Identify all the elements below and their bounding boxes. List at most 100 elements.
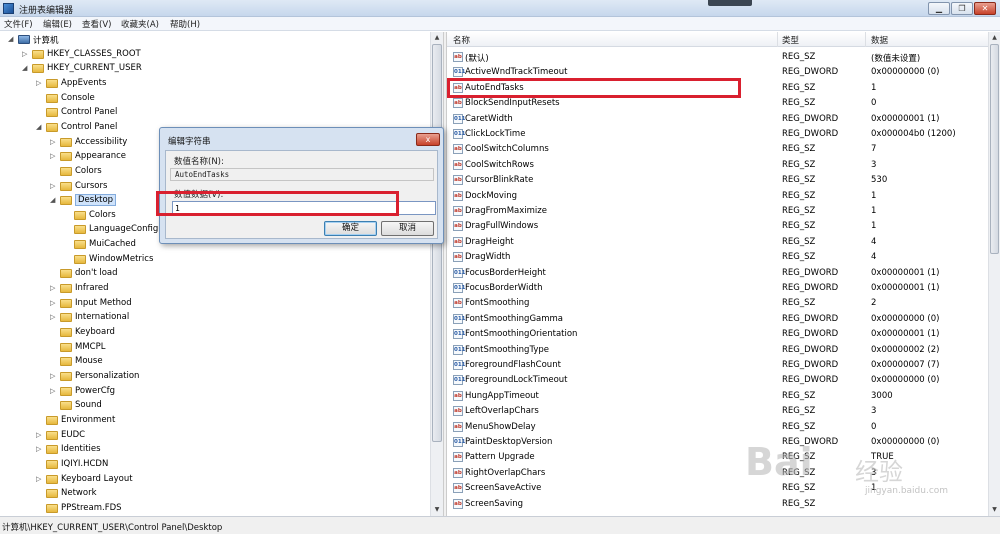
scroll-down-arrow-icon[interactable]: ▼: [431, 504, 443, 515]
collapse-arrow-icon[interactable]: ◢: [50, 197, 57, 204]
tree-node[interactable]: ▷ Keyboard Layout: [0, 473, 430, 487]
tree-node[interactable]: MMCPL: [0, 341, 430, 355]
dword-value-icon: 011: [453, 437, 466, 447]
registry-value-row[interactable]: 011 FontSmoothingType REG_DWORD 0x00000002 …: [447, 343, 988, 358]
tree-node[interactable]: IQIYI.HCDN: [0, 458, 430, 472]
ok-button[interactable]: 确定: [324, 221, 377, 236]
tree-node[interactable]: ▷ Personalization: [0, 370, 430, 384]
column-header-data[interactable]: 数据: [871, 34, 888, 46]
registry-value-row[interactable]: ab DragHeight REG_SZ 4: [447, 235, 988, 250]
tree-node[interactable]: ▷ EUDC: [0, 429, 430, 443]
registry-value-row[interactable]: ab BlockSendInputResets REG_SZ 0: [447, 96, 988, 111]
tree-node[interactable]: ▷ Identities: [0, 443, 430, 457]
menu-item[interactable]: 文件(F): [4, 18, 33, 30]
expand-arrow-icon[interactable]: ▷: [36, 431, 43, 439]
tree-node-label: 计算机: [33, 36, 59, 46]
cancel-button[interactable]: 取消: [381, 221, 434, 236]
tree-node[interactable]: ▷ PowerCfg: [0, 385, 430, 399]
value-type: REG_SZ: [782, 159, 816, 170]
tree-node-label: Sound: [75, 400, 102, 411]
value-name: DockMoving: [465, 190, 518, 201]
column-divider[interactable]: [777, 32, 778, 47]
value-name: DragFromMaximize: [465, 206, 547, 216]
registry-value-row[interactable]: 011 ForegroundFlashCount REG_DWORD 0x000000…: [447, 358, 988, 373]
tree-node[interactable]: PPStream.FDS: [0, 502, 430, 516]
collapse-arrow-icon[interactable]: ◢: [36, 123, 43, 131]
expand-arrow-icon[interactable]: ▷: [50, 138, 57, 146]
menu-item[interactable]: 收藏夹(A): [121, 18, 159, 30]
registry-value-row[interactable]: ab DragWidth REG_SZ 4: [447, 250, 988, 265]
registry-value-row[interactable]: ab CoolSwitchColumns REG_SZ 7: [447, 142, 988, 157]
tree-node[interactable]: Mouse: [0, 355, 430, 369]
scroll-up-arrow-icon[interactable]: ▲: [989, 32, 1000, 43]
tree-node[interactable]: Keyboard: [0, 326, 430, 340]
minimize-button[interactable]: ▁: [928, 2, 950, 15]
registry-value-row[interactable]: ab DockMoving REG_SZ 1: [447, 189, 988, 204]
registry-value-row[interactable]: 011 FocusBorderHeight REG_DWORD 0x00000001 …: [447, 266, 988, 281]
registry-value-row[interactable]: ab (默认) REG_SZ (数值未设置): [447, 50, 988, 65]
registry-value-row[interactable]: ab DragFromMaximize REG_SZ 1: [447, 204, 988, 219]
collapse-arrow-icon[interactable]: ◢: [22, 65, 29, 72]
registry-value-row[interactable]: ab CoolSwitchRows REG_SZ 3: [447, 158, 988, 173]
tree-node[interactable]: Network: [0, 487, 430, 501]
folder-icon: [46, 78, 58, 88]
registry-value-row[interactable]: 011 CaretWidth REG_DWORD 0x00000001 (1): [447, 112, 988, 127]
scroll-down-arrow-icon[interactable]: ▼: [989, 504, 1000, 515]
registry-value-row[interactable]: 011 FontSmoothingOrientation REG_DWORD 0x00…: [447, 327, 988, 342]
maximize-button[interactable]: ❐: [951, 2, 973, 15]
expand-arrow-icon[interactable]: ▷: [36, 446, 43, 453]
tree-node[interactable]: ▷ AppEvents: [0, 77, 430, 91]
registry-value-row[interactable]: 011 FocusBorderWidth REG_DWORD 0x00000001 (…: [447, 281, 988, 296]
tree-node[interactable]: WindowMetrics: [0, 253, 430, 267]
tree-node[interactable]: ▷ International: [0, 311, 430, 325]
column-header-type[interactable]: 类型: [782, 34, 799, 46]
registry-value-row[interactable]: ab CursorBlinkRate REG_SZ 530: [447, 173, 988, 188]
tree-node[interactable]: ▷ Input Method: [0, 297, 430, 311]
registry-value-row[interactable]: ab DragFullWindows REG_SZ 1: [447, 219, 988, 234]
close-button[interactable]: ✕: [974, 2, 996, 15]
expand-arrow-icon[interactable]: ▷: [22, 50, 29, 58]
menu-item[interactable]: 查看(V): [82, 18, 111, 30]
tree-node[interactable]: ◢ HKEY_CURRENT_USER: [0, 62, 430, 76]
tree-node[interactable]: don't load: [0, 267, 430, 281]
string-value-icon: ab: [453, 390, 463, 401]
tree-scrollbar[interactable]: ▲ ▼: [430, 32, 443, 516]
tree-node[interactable]: Environment: [0, 414, 430, 428]
registry-value-row[interactable]: ab HungAppTimeout REG_SZ 3000: [447, 389, 988, 404]
registry-value-row[interactable]: 011 FontSmoothingGamma REG_DWORD 0x00000000…: [447, 312, 988, 327]
registry-value-row[interactable]: ab MenuShowDelay REG_SZ 0: [447, 420, 988, 435]
expand-arrow-icon[interactable]: ▷: [50, 182, 57, 190]
tree-node[interactable]: ▷ Infrared: [0, 282, 430, 296]
dword-value-icon: 011: [453, 329, 466, 340]
registry-value-row[interactable]: ab FontSmoothing REG_SZ 2: [447, 296, 988, 311]
tree-node[interactable]: ▷ HKEY_CLASSES_ROOT: [0, 48, 430, 62]
value-data: 0: [871, 98, 877, 109]
tree-node[interactable]: Sound: [0, 399, 430, 413]
value-name: HungAppTimeout: [465, 390, 539, 401]
list-scrollbar[interactable]: ▲ ▼: [988, 32, 1000, 516]
tree-node[interactable]: Console: [0, 92, 430, 106]
menu-item[interactable]: 编辑(E): [43, 18, 72, 30]
registry-value-row[interactable]: ab LeftOverlapChars REG_SZ 3: [447, 404, 988, 419]
expand-arrow-icon[interactable]: ▷: [36, 79, 43, 87]
expand-arrow-icon[interactable]: ▷: [50, 285, 57, 292]
expand-arrow-icon[interactable]: ▷: [50, 299, 57, 307]
expand-arrow-icon[interactable]: ▷: [50, 153, 57, 160]
value-type: REG_DWORD: [782, 267, 839, 278]
menu-item[interactable]: 帮助(H): [170, 18, 200, 30]
expand-arrow-icon[interactable]: ▷: [50, 314, 57, 321]
registry-value-row[interactable]: 011 ClickLockTime REG_DWORD 0x000004b0 (120…: [447, 127, 988, 142]
registry-value-row[interactable]: 011 ForegroundLockTimeout REG_DWORD 0x00000…: [447, 373, 988, 388]
expand-arrow-icon[interactable]: ▷: [50, 372, 57, 380]
watermark-sub: 经验: [855, 458, 903, 486]
list-scroll-thumb[interactable]: [990, 44, 999, 254]
column-divider[interactable]: [865, 32, 866, 47]
scroll-up-arrow-icon[interactable]: ▲: [431, 32, 443, 43]
expand-arrow-icon[interactable]: ▷: [50, 387, 57, 395]
dialog-close-button[interactable]: x: [416, 133, 440, 146]
column-header-name[interactable]: 名称: [453, 34, 470, 46]
collapse-arrow-icon[interactable]: ◢: [8, 36, 15, 43]
expand-arrow-icon[interactable]: ▷: [36, 475, 43, 483]
tree-node[interactable]: ◢ 计算机: [0, 33, 430, 47]
tree-node[interactable]: Control Panel: [0, 106, 430, 120]
